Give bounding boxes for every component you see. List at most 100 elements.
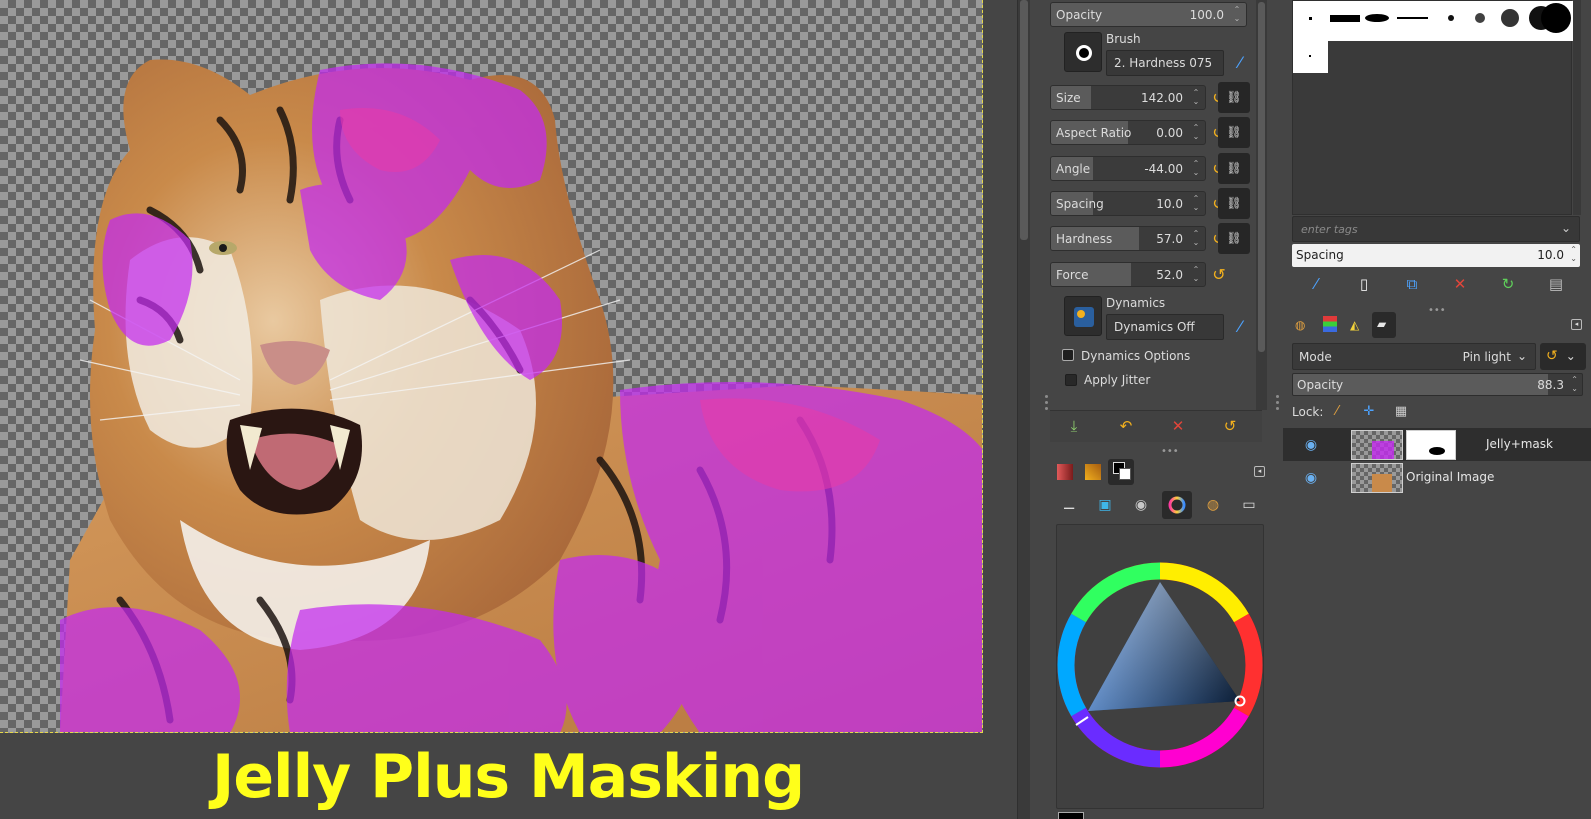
- layer-opacity-slider[interactable]: Opacity 88.3 ⌃ ⌄: [1292, 373, 1583, 396]
- fg-bg-swatch[interactable]: [1058, 812, 1084, 819]
- tool-options-scrollbar[interactable]: [1256, 0, 1267, 410]
- layer-name[interactable]: Original Image: [1406, 470, 1494, 484]
- eye-icon[interactable]: ◉: [1302, 469, 1320, 487]
- reset-options-icon[interactable]: ↺: [1220, 417, 1240, 437]
- brush-name-field[interactable]: 2. Hardness 075: [1106, 50, 1224, 76]
- size-spin-icon[interactable]: ⌃ ⌄: [1191, 88, 1201, 106]
- layers-dock: ◍ ◭ ▰ ◂ Mode Pin light ⌄ ↺ ⌄ Opacity 88.3…: [1283, 310, 1591, 819]
- aspect-ratio-slider[interactable]: Aspect Ratio 0.00 ⌃ ⌄: [1050, 120, 1206, 145]
- spacing-slider[interactable]: Spacing 10.0 ⌃ ⌄: [1050, 191, 1206, 216]
- hsv-wheel[interactable]: [1057, 525, 1265, 810]
- size-slider[interactable]: Size 142.00 ⌃ ⌄: [1050, 85, 1206, 110]
- dynamics-name-field[interactable]: Dynamics Off: [1106, 314, 1224, 340]
- chevron-down-icon[interactable]: ⌄: [1561, 221, 1571, 235]
- save-options-icon[interactable]: ⤓: [1064, 417, 1084, 437]
- canvas-scroll-thumb[interactable]: [1020, 0, 1028, 240]
- duplicate-brush-icon[interactable]: ⧉: [1400, 273, 1424, 295]
- opacity-spin-icon[interactable]: ⌃ ⌄: [1232, 5, 1242, 23]
- brush-grid[interactable]: [1292, 0, 1573, 215]
- restore-options-icon[interactable]: ↶: [1116, 417, 1136, 437]
- size-value: 142.00: [1141, 91, 1183, 105]
- scales-mode-icon[interactable]: ⚊: [1054, 491, 1084, 519]
- dynamics-options-label[interactable]: Dynamics Options: [1081, 349, 1190, 363]
- aspect-ratio-spin-icon[interactable]: ⌃ ⌄: [1191, 123, 1201, 141]
- angle-slider[interactable]: Angle -44.00 ⌃ ⌄: [1050, 156, 1206, 181]
- tiger-thumb-blob: [1372, 474, 1392, 492]
- hardness-value: 57.0: [1156, 232, 1183, 246]
- brush-spacing-spin-icon[interactable]: ⌃ ⌄: [1570, 245, 1577, 263]
- expand-icon[interactable]: [1062, 349, 1074, 361]
- gradient-icon: [1057, 464, 1073, 480]
- wheel-mode-icon[interactable]: [1162, 491, 1192, 519]
- brushes-scrollbar[interactable]: [1573, 0, 1581, 215]
- refresh-brushes-icon[interactable]: ↻: [1496, 273, 1520, 295]
- palette-mode-icon[interactable]: ◍: [1198, 491, 1228, 519]
- spacing-spin-icon[interactable]: ⌃ ⌄: [1191, 194, 1201, 212]
- eye-icon[interactable]: ◉: [1302, 436, 1320, 454]
- colors-dock-menu-icon[interactable]: ◂: [1254, 466, 1265, 477]
- channels-tab[interactable]: [1318, 312, 1342, 338]
- layer-thumbnail[interactable]: [1351, 430, 1403, 460]
- watercolor-mode-icon[interactable]: ◉: [1126, 491, 1156, 519]
- image-canvas[interactable]: [0, 0, 983, 733]
- layer-name[interactable]: Jelly+mask: [1486, 437, 1553, 451]
- layer-opacity-spin-icon[interactable]: ⌃ ⌄: [1571, 375, 1578, 393]
- color-wheel-selector[interactable]: [1056, 524, 1264, 809]
- colors-dock-sash[interactable]: •••: [1161, 443, 1181, 457]
- layer-row[interactable]: ◉ Original Image: [1283, 461, 1591, 494]
- gradient-tab[interactable]: [1052, 459, 1078, 485]
- hardness-slider[interactable]: Hardness 57.0 ⌃ ⌄: [1050, 226, 1206, 251]
- layer-row[interactable]: ◉ Jelly+mask: [1283, 428, 1591, 461]
- left-dock-sash[interactable]: [1045, 395, 1049, 413]
- mode-reset-button[interactable]: ↺ ⌄: [1540, 343, 1586, 370]
- hardness-spin-icon[interactable]: ⌃ ⌄: [1191, 229, 1201, 247]
- dynamics-edit-icon[interactable]: ⁄: [1229, 316, 1251, 338]
- force-spin-icon[interactable]: ⌃ ⌄: [1191, 265, 1201, 283]
- layers-tab[interactable]: ▰: [1372, 312, 1396, 338]
- force-reset-icon[interactable]: ↺: [1208, 264, 1230, 286]
- paths-tab[interactable]: ◭: [1345, 312, 1369, 338]
- lock-pixels-icon[interactable]: ⁄: [1328, 403, 1346, 421]
- lock-alpha-icon[interactable]: ▦: [1392, 403, 1410, 421]
- angle-link-icon[interactable]: ⛓: [1218, 153, 1250, 184]
- gimp-window: Jelly Plus Masking Opacity 100.0 ⌃ ⌄ Brus…: [0, 0, 1591, 819]
- channels-icon: [1323, 316, 1337, 332]
- scales-list-icon[interactable]: ▭: [1234, 491, 1264, 519]
- angle-label: Angle: [1056, 162, 1091, 176]
- layers-dock-menu-icon[interactable]: ◂: [1571, 319, 1582, 330]
- opacity-label: Opacity: [1056, 8, 1103, 22]
- fgbg-tab[interactable]: [1108, 459, 1134, 485]
- layer-mode-combo[interactable]: Mode Pin light ⌄: [1292, 343, 1536, 370]
- tool-options-scroll-thumb[interactable]: [1258, 2, 1265, 352]
- brush-tags-field[interactable]: enter tags ⌄: [1292, 216, 1580, 242]
- open-brush-icon[interactable]: ▤: [1544, 273, 1568, 295]
- lock-position-icon[interactable]: ✛: [1360, 403, 1378, 421]
- cmyk-mode-icon[interactable]: ▣: [1090, 491, 1120, 519]
- apply-jitter-label: Apply Jitter: [1084, 373, 1151, 387]
- size-link-icon[interactable]: ⛓: [1218, 82, 1250, 113]
- delete-brush-icon[interactable]: ✕: [1448, 273, 1472, 295]
- aspect-ratio-link-icon[interactable]: ⛓: [1218, 117, 1250, 148]
- spacing-link-icon[interactable]: ⛓: [1218, 188, 1250, 219]
- colors-dock-tabs: ◂: [1050, 457, 1265, 487]
- right-dock-sash[interactable]: [1276, 395, 1280, 413]
- angle-spin-icon[interactable]: ⌃ ⌄: [1191, 159, 1201, 177]
- force-label: Force: [1056, 268, 1089, 282]
- layer-mask-thumbnail[interactable]: [1406, 430, 1456, 460]
- new-brush-icon[interactable]: ▯: [1352, 273, 1376, 295]
- edit-brush-icon[interactable]: ⁄: [1304, 273, 1328, 295]
- dynamics-preview[interactable]: [1064, 296, 1102, 336]
- brush-edit-icon[interactable]: ⁄: [1229, 52, 1251, 74]
- brush-spacing-slider[interactable]: Spacing 10.0 ⌃ ⌄: [1292, 244, 1580, 267]
- pattern-tab[interactable]: [1080, 459, 1106, 485]
- force-slider[interactable]: Force 52.0 ⌃ ⌄: [1050, 262, 1206, 287]
- layer-thumbnail[interactable]: [1351, 463, 1403, 493]
- delete-options-icon[interactable]: ✕: [1168, 417, 1188, 437]
- hardness-link-icon[interactable]: ⛓: [1218, 223, 1250, 254]
- palette-tab[interactable]: ◍: [1291, 312, 1315, 338]
- layer-opacity-value: 88.3: [1537, 378, 1564, 392]
- brush-preview[interactable]: [1064, 32, 1102, 72]
- canvas-vertical-scrollbar[interactable]: [1017, 0, 1030, 819]
- apply-jitter-checkbox[interactable]: [1065, 374, 1077, 386]
- opacity-slider[interactable]: Opacity 100.0 ⌃ ⌄: [1050, 2, 1247, 27]
